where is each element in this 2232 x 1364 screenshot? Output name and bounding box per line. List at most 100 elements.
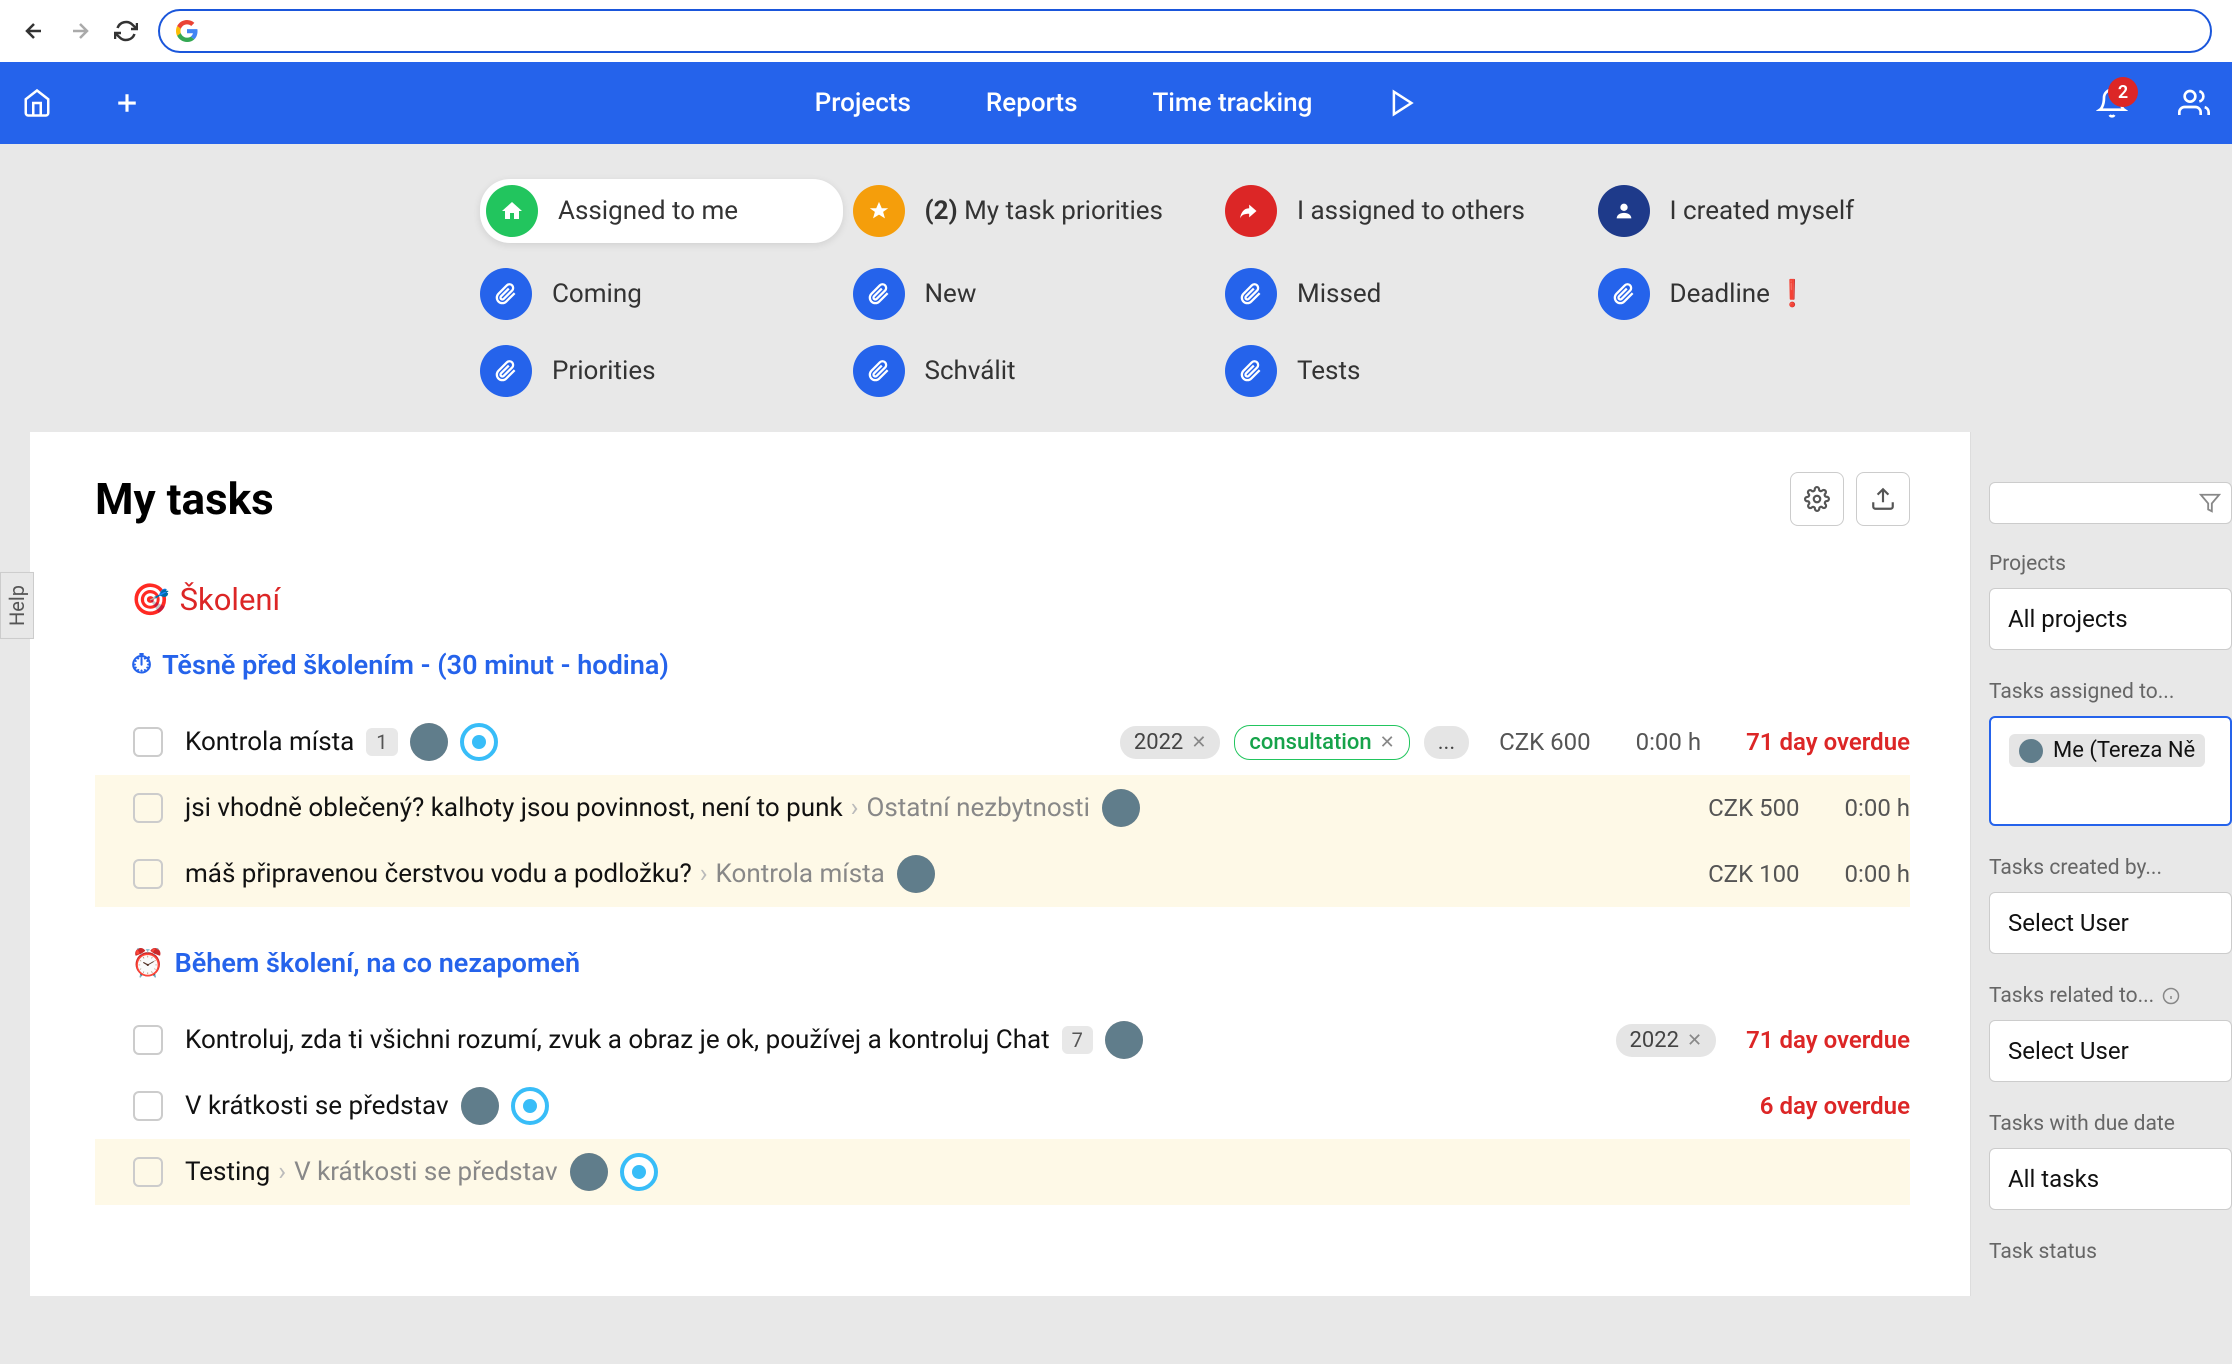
avatar [2019, 739, 2043, 763]
export-button[interactable] [1856, 472, 1910, 526]
filter-schvalit[interactable]: Schválit [853, 345, 1216, 397]
paperclip-icon [1225, 345, 1277, 397]
stopwatch-icon: ⏱ [131, 648, 152, 681]
star-icon [853, 185, 905, 237]
task-checkbox[interactable] [133, 1091, 163, 1121]
filter-tests[interactable]: Tests [1225, 345, 1588, 397]
select-duedate[interactable]: All tasks [1989, 1148, 2232, 1210]
sidebar-label: Tasks assigned to... [1989, 680, 2232, 704]
google-icon [176, 20, 198, 42]
filter-deadline[interactable]: Deadline ❗ [1598, 268, 1961, 320]
sidebar-label: Tasks created by... [1989, 856, 2232, 880]
task-time: 0:00 h [1845, 794, 1910, 822]
url-bar[interactable] [158, 9, 2212, 53]
home-icon[interactable] [22, 88, 52, 118]
task-row[interactable]: V krátkosti se představ 6 day overdue [95, 1073, 1910, 1139]
back-button[interactable] [20, 17, 48, 45]
task-checkbox[interactable] [133, 1025, 163, 1055]
close-icon[interactable]: ✕ [1687, 1030, 1702, 1051]
task-row[interactable]: Kontroluj, zda ti všichni rozumí, zvuk a… [95, 1007, 1910, 1073]
url-input[interactable] [210, 19, 2194, 43]
paperclip-icon [1225, 268, 1277, 320]
add-button[interactable] [112, 88, 142, 118]
filter-search[interactable] [1989, 482, 2232, 524]
settings-button[interactable] [1790, 472, 1844, 526]
filter-assigned-to-me[interactable]: Assigned to me [480, 179, 843, 243]
sidebar-label: Tasks related to... [1989, 984, 2232, 1008]
task-row[interactable]: máš připravenou čerstvou vodu a podložku… [95, 841, 1910, 907]
paperclip-icon [853, 268, 905, 320]
user-icon [1598, 185, 1650, 237]
filter-created-myself[interactable]: I created myself [1598, 179, 1961, 243]
nav-projects[interactable]: Projects [815, 88, 911, 118]
paperclip-icon [853, 345, 905, 397]
home-icon [486, 185, 538, 237]
paperclip-icon [480, 268, 532, 320]
tag-more[interactable]: ... [1424, 726, 1469, 759]
reload-button[interactable] [112, 17, 140, 45]
user-chip[interactable]: Me (Tereza Ně [2009, 734, 2205, 767]
task-checkbox[interactable] [133, 859, 163, 889]
goal-icon [511, 1087, 549, 1125]
task-row[interactable]: jsi vhodně oblečený? kalhoty jsou povinn… [95, 775, 1910, 841]
tag-consultation[interactable]: consultation✕ [1234, 725, 1409, 760]
close-icon[interactable]: ✕ [1380, 732, 1395, 753]
close-icon[interactable]: ✕ [1191, 732, 1206, 753]
task-checkbox[interactable] [133, 727, 163, 757]
section-tesne[interactable]: ⏱ Těsně před školením - (30 minut - hodi… [131, 648, 1910, 681]
target-icon: 🎯 [131, 581, 170, 618]
sidebar-filters: Projects All projects Tasks assigned to.… [1970, 432, 2232, 1296]
nav-reports[interactable]: Reports [986, 88, 1078, 118]
task-breadcrumb: Kontrola místa [700, 859, 885, 889]
section-behem[interactable]: ⏰ Během školení, na co nezapomeň [131, 947, 1910, 979]
avatar[interactable] [897, 855, 935, 893]
select-created[interactable]: Select User [1989, 892, 2232, 954]
nav-time-tracking[interactable]: Time tracking [1152, 88, 1312, 118]
task-breadcrumb: Ostatní nezbytnosti [851, 793, 1090, 823]
sidebar-label: Projects [1989, 552, 2232, 576]
avatar[interactable] [570, 1153, 608, 1191]
task-price: CZK 100 [1708, 860, 1799, 888]
people-icon[interactable] [2178, 87, 2210, 119]
goal-icon [460, 723, 498, 761]
alarm-icon: ⏰ [131, 947, 165, 979]
filter-missed[interactable]: Missed [1225, 268, 1588, 320]
count-badge: 1 [366, 728, 397, 756]
task-price: CZK 500 [1708, 794, 1799, 822]
task-overdue: 71 day overdue [1746, 728, 1910, 756]
tag-year[interactable]: 2022✕ [1120, 726, 1221, 759]
filter-my-priorities[interactable]: (2) My task priorities [853, 179, 1216, 243]
filter-coming[interactable]: Coming [480, 268, 843, 320]
sidebar-label: Task status [1989, 1240, 2232, 1264]
avatar[interactable] [1102, 789, 1140, 827]
filter-priorities[interactable]: Priorities [480, 345, 843, 397]
filter-assigned-others[interactable]: I assigned to others [1225, 179, 1588, 243]
count-badge: 7 [1062, 1026, 1093, 1054]
task-checkbox[interactable] [133, 793, 163, 823]
notification-badge: 2 [2108, 77, 2138, 107]
play-icon[interactable] [1387, 88, 1417, 118]
content: My tasks 🎯 Školení ⏱ Těsně před školením… [30, 432, 1970, 1296]
task-checkbox[interactable] [133, 1157, 163, 1187]
task-price: CZK 600 [1499, 728, 1590, 756]
avatar[interactable] [410, 723, 448, 761]
task-row[interactable]: Testing V krátkosti se představ [95, 1139, 1910, 1205]
tag-year[interactable]: 2022✕ [1616, 1024, 1717, 1057]
filter-icon [2199, 492, 2221, 514]
paperclip-icon [1598, 268, 1650, 320]
section-skoleni[interactable]: 🎯 Školení [131, 581, 1910, 618]
select-projects[interactable]: All projects [1989, 588, 2232, 650]
avatar[interactable] [1105, 1021, 1143, 1059]
sidebar-label: Tasks with due date [1989, 1112, 2232, 1136]
avatar[interactable] [461, 1087, 499, 1125]
notifications-button[interactable]: 2 [2096, 87, 2128, 119]
select-assigned[interactable]: Me (Tereza Ně [1989, 716, 2232, 826]
task-row[interactable]: Kontrola místa 1 2022✕ consultation✕ ...… [95, 709, 1910, 775]
goal-icon [620, 1153, 658, 1191]
help-tab[interactable]: Help [0, 572, 34, 639]
task-breadcrumb: V krátkosti se představ [278, 1157, 557, 1187]
forward-button[interactable] [66, 17, 94, 45]
filter-new[interactable]: New [853, 268, 1216, 320]
select-related[interactable]: Select User [1989, 1020, 2232, 1082]
info-icon[interactable] [2162, 987, 2180, 1005]
